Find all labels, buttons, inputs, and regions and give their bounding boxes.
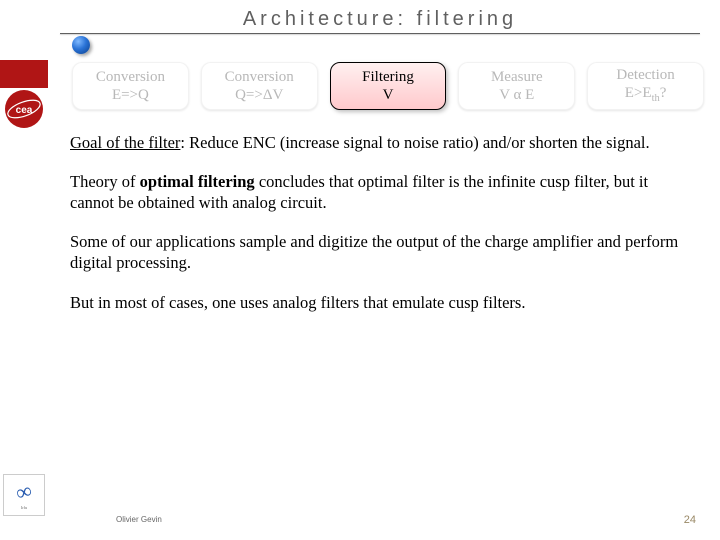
stage-line2: V α E: [499, 86, 534, 104]
title-rule: [60, 33, 700, 34]
cea-logo-icon: cea: [3, 88, 45, 130]
stage-line2: E=>Q: [112, 86, 149, 104]
slide: Architecture: filtering cea ∞ Irfu Conve…: [0, 0, 720, 540]
bullet-ball-icon: [72, 36, 90, 54]
footer-author: Olivier Gevin: [116, 515, 162, 524]
stage-line2: E>Eth?: [625, 84, 667, 106]
stage-filtering: Filtering V: [330, 62, 447, 110]
stage-line1: Detection: [616, 66, 674, 84]
stage-detection: Detection E>Eth?: [587, 62, 704, 110]
stage-line1: Conversion: [225, 68, 294, 86]
irfu-logo: ∞ Irfu: [3, 474, 45, 516]
stage-conversion-qv: Conversion Q=>ΔV: [201, 62, 318, 110]
goal-label: Goal of the filter: [70, 133, 180, 152]
irfu-label: Irfu: [21, 505, 27, 510]
stage-line1: Measure: [491, 68, 543, 86]
slide-title: Architecture: filtering: [60, 8, 700, 31]
paragraph-theory: Theory of optimal filtering concludes th…: [70, 171, 682, 213]
stage-line1: Filtering: [362, 68, 414, 86]
paragraph-analog: But in most of cases, one uses analog fi…: [70, 292, 682, 313]
infinity-icon: ∞: [14, 479, 35, 504]
left-sidebar: cea ∞ Irfu: [0, 60, 48, 540]
stage-line2: Q=>ΔV: [235, 86, 283, 104]
stage-line1: Conversion: [96, 68, 165, 86]
red-strip: [0, 60, 48, 88]
paragraph-sample: Some of our applications sample and digi…: [70, 231, 682, 273]
svg-text:cea: cea: [16, 105, 33, 116]
footer-page-number: 24: [684, 514, 696, 526]
stage-row: Conversion E=>Q Conversion Q=>ΔV Filteri…: [72, 62, 704, 110]
title-area: Architecture: filtering: [60, 8, 700, 34]
paragraph-goal: Goal of the filter: Reduce ENC (increase…: [70, 132, 682, 153]
goal-rest: : Reduce ENC (increase signal to noise r…: [180, 133, 649, 152]
stage-conversion-eq: Conversion E=>Q: [72, 62, 189, 110]
stage-measure: Measure V α E: [458, 62, 575, 110]
body-text: Goal of the filter: Reduce ENC (increase…: [70, 132, 682, 331]
stage-line2: V: [383, 86, 394, 104]
